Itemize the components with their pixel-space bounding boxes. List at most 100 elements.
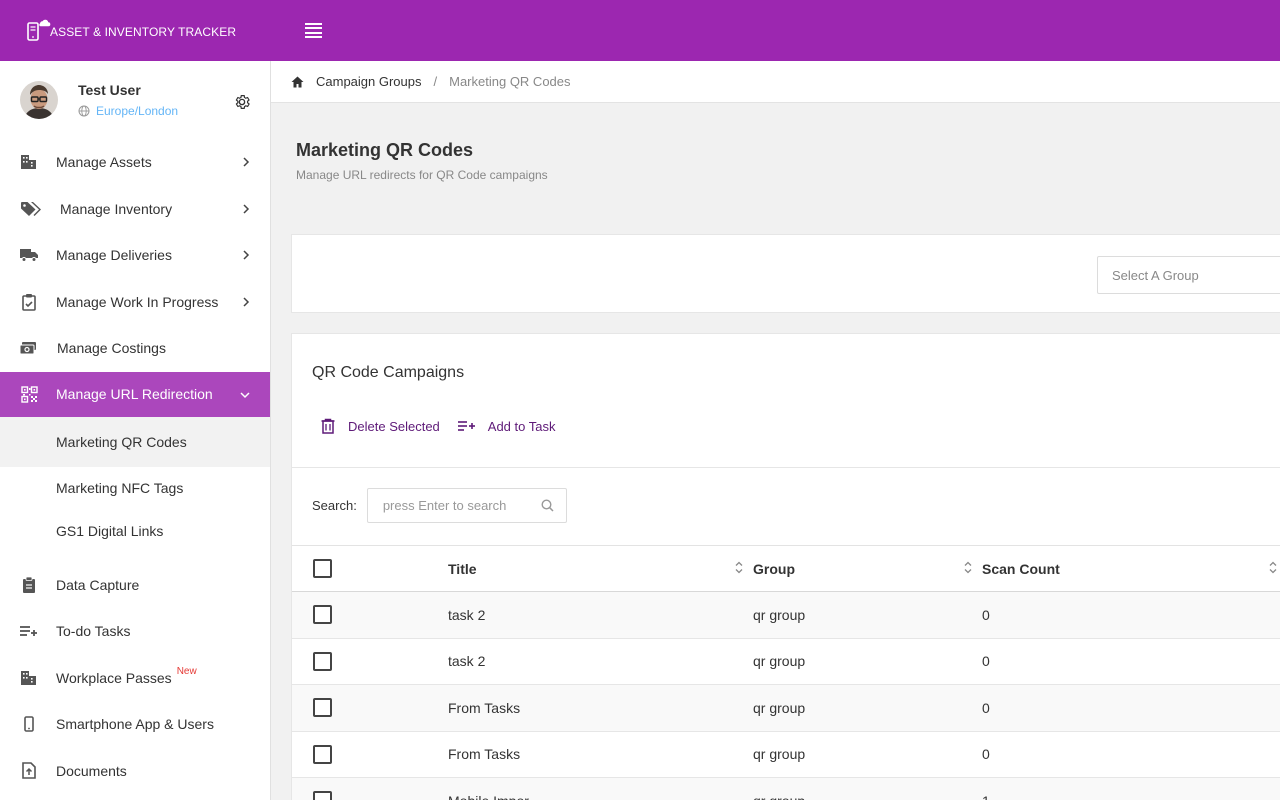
trash-icon <box>321 418 335 434</box>
main-content: Campaign Groups / Marketing QR Codes Mar… <box>271 61 1280 800</box>
sidebar-item-data-capture[interactable]: Data Capture <box>0 562 270 609</box>
chevron-right-icon <box>242 154 250 170</box>
search-box <box>366 488 567 523</box>
column-header-title[interactable]: Title <box>448 546 753 592</box>
sidebar-subitem-marketing-qr-codes[interactable]: Marketing QR Codes <box>0 416 270 467</box>
tags-icon <box>20 200 42 218</box>
qr-code-icon <box>20 385 38 403</box>
breadcrumb: Campaign Groups / Marketing QR Codes <box>271 61 1280 103</box>
table-header-row: Title Group Scan Count <box>292 545 1280 592</box>
sidebar-item-manage-deliveries[interactable]: Manage Deliveries <box>0 232 270 279</box>
sidebar-item-label: Manage Inventory <box>60 200 173 217</box>
sidebar-item-label: Manage URL Redirection <box>56 386 213 402</box>
campaigns-table: Title Group Scan Count task 2 qr group 0… <box>292 545 1280 800</box>
sidebar-item-label: To-do Tasks <box>56 623 131 640</box>
row-checkbox[interactable] <box>313 744 332 764</box>
truck-icon <box>20 246 38 264</box>
table-row[interactable]: From Tasks qr group 0 <box>292 731 1280 778</box>
row-checkbox[interactable] <box>313 651 332 671</box>
row-group: qr group <box>753 606 806 623</box>
sidebar-item-label: Smartphone App & Users <box>56 716 214 733</box>
search-row: Search: <box>312 488 567 523</box>
money-icon <box>20 339 38 357</box>
table-row[interactable]: From Tasks qr group 0 <box>292 684 1280 731</box>
row-checkbox[interactable] <box>313 605 332 625</box>
page-subtitle: Manage URL redirects for QR Code campaig… <box>296 168 548 182</box>
app-title: ASSET & INVENTORY TRACKER <box>50 24 237 39</box>
sort-icon[interactable] <box>1269 560 1277 577</box>
sidebar-item-manage-url-redirection[interactable]: Manage URL Redirection <box>0 371 270 417</box>
user-timezone[interactable]: Europe/London <box>78 104 178 118</box>
sort-icon[interactable] <box>735 560 743 577</box>
buildings-icon <box>20 153 38 171</box>
page-title: Marketing QR Codes <box>296 140 474 160</box>
brand[interactable]: ASSET & INVENTORY TRACKER <box>0 18 270 44</box>
search-icon[interactable] <box>541 499 554 515</box>
sidebar-subitem-marketing-nfc-tags[interactable]: Marketing NFC Tags <box>0 467 270 510</box>
row-title: task 2 <box>448 653 486 670</box>
sort-icon[interactable] <box>964 560 972 577</box>
column-header-label: Group <box>753 560 795 577</box>
table-row[interactable]: Mobile Impor qr group 1 <box>292 777 1280 800</box>
table-actions: Delete Selected Add to Task <box>320 418 555 434</box>
column-header-scan-count[interactable]: Scan Count <box>982 546 1280 592</box>
file-upload-icon <box>20 762 38 780</box>
column-header-label: Title <box>448 560 477 577</box>
table-row[interactable]: task 2 qr group 0 <box>292 638 1280 685</box>
list-add-icon <box>457 421 475 431</box>
sidebar-item-manage-assets[interactable]: Manage Assets <box>0 139 270 186</box>
breadcrumb-separator: / <box>433 74 438 89</box>
sidebar-item-label: Manage Assets <box>56 154 152 171</box>
card-title: QR Code Campaigns <box>312 364 465 381</box>
row-checkbox[interactable] <box>313 791 332 800</box>
sidebar-item-manage-work-in-progress[interactable]: Manage Work In Progress <box>0 279 270 326</box>
sidebar-subitem-label: GS1 Digital Links <box>56 523 164 539</box>
add-to-task-label: Add to Task <box>487 418 556 434</box>
sidebar-subitem-label: Marketing NFC Tags <box>56 480 184 496</box>
row-scan-count: 0 <box>982 746 990 763</box>
clipboard-check-icon <box>20 293 38 311</box>
timezone-label: Europe/London <box>96 104 179 118</box>
clipboard-icon <box>20 576 38 594</box>
row-group: qr group <box>753 699 806 716</box>
home-icon[interactable] <box>291 76 304 88</box>
sidebar-item-label: Manage Deliveries <box>56 247 172 264</box>
select-all-cell <box>292 546 448 592</box>
delete-selected-button[interactable]: Delete Selected <box>320 418 440 434</box>
avatar[interactable] <box>20 81 58 119</box>
table-row[interactable]: task 2 qr group 0 <box>292 591 1280 638</box>
row-group: qr group <box>753 653 806 670</box>
sidebar-item-documents[interactable]: Documents <box>0 748 270 795</box>
row-scan-count: 0 <box>982 699 990 716</box>
gear-icon[interactable] <box>233 93 251 116</box>
group-select[interactable]: Select A Group <box>1097 256 1280 294</box>
chevron-right-icon <box>242 294 250 310</box>
sidebar: Test User Europe/London Manage Assets Ma… <box>0 61 271 800</box>
chevron-right-icon <box>242 247 250 263</box>
filter-card: Select A Group <box>291 234 1280 313</box>
breadcrumb-link[interactable]: Campaign Groups <box>316 74 422 89</box>
sidebar-item-smartphone-app-users[interactable]: Smartphone App & Users <box>0 701 270 748</box>
sidebar-item-label: Data Capture <box>56 576 140 593</box>
row-title: From Tasks <box>448 699 521 716</box>
breadcrumb-current: Marketing QR Codes <box>449 74 571 89</box>
row-title: task 2 <box>448 606 486 623</box>
sidebar-item-manage-costings[interactable]: Manage Costings <box>0 325 270 372</box>
sidebar-item-manage-inventory[interactable]: Manage Inventory <box>0 186 270 233</box>
sidebar-item-workplace-passes[interactable]: Workplace Passes New <box>0 655 270 702</box>
search-input[interactable] <box>382 498 533 513</box>
search-label: Search: <box>312 498 357 513</box>
row-group: qr group <box>753 746 806 763</box>
select-all-checkbox[interactable] <box>313 559 332 578</box>
user-name: Test User <box>78 82 141 98</box>
user-profile: Test User Europe/London <box>0 61 270 139</box>
sidebar-subitem-gs1-digital-links[interactable]: GS1 Digital Links <box>0 510 270 553</box>
row-checkbox[interactable] <box>313 698 332 718</box>
row-scan-count: 1 <box>982 778 1280 800</box>
hamburger-icon[interactable] <box>305 22 322 39</box>
buildings-icon <box>20 669 38 687</box>
divider <box>292 467 1280 468</box>
column-header-group[interactable]: Group <box>753 546 982 592</box>
add-to-task-button[interactable]: Add to Task <box>457 418 556 434</box>
sidebar-item-to-do-tasks[interactable]: To-do Tasks <box>0 608 270 655</box>
